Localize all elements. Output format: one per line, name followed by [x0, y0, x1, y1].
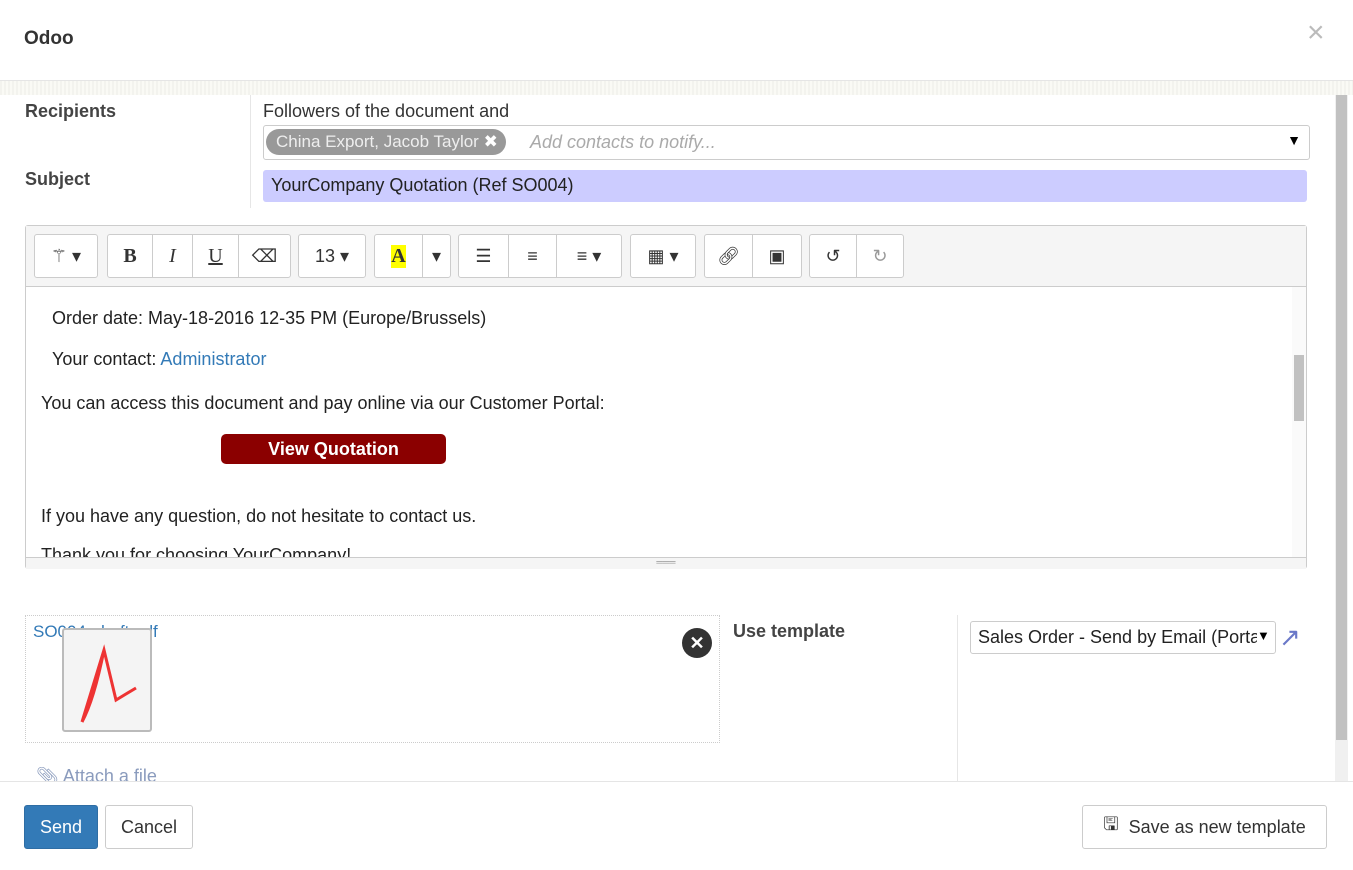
- link-icon[interactable]: 🔗︎: [705, 235, 753, 277]
- template-select[interactable]: Sales Order - Send by Email (Portal): [970, 621, 1276, 654]
- italic-button[interactable]: I: [153, 235, 193, 277]
- highlight-color-button[interactable]: A: [391, 244, 406, 268]
- select-arrow-icon: ▼: [1257, 628, 1275, 650]
- paperclip-icon: 📎︎: [36, 767, 59, 781]
- undo-icon[interactable]: ↺: [810, 235, 857, 277]
- dropdown-arrow-icon[interactable]: ▼: [1287, 132, 1301, 148]
- recipients-placeholder: Add contacts to notify...: [530, 132, 716, 152]
- recipient-tag-label: China Export, Jacob Taylor: [276, 132, 479, 151]
- recipients-label: Recipients: [25, 101, 117, 121]
- order-date-text: Order date: May-18-2016 12-35 PM (Europe…: [52, 308, 487, 328]
- editor-scrollbar[interactable]: [1292, 287, 1306, 557]
- recipients-input[interactable]: China Export, Jacob Taylor ✖ Add contact…: [263, 125, 1310, 160]
- recipient-tag: China Export, Jacob Taylor ✖: [266, 129, 506, 155]
- thanks-text: Thank you for choosing YourCompany!: [41, 545, 352, 557]
- save-template-label: Save as new template: [1128, 816, 1306, 837]
- magic-wand-icon[interactable]: ⚚ ▾: [35, 235, 97, 277]
- recipients-prefix: Followers of the document and: [263, 101, 510, 121]
- align-icon[interactable]: ≡ ▾: [557, 235, 621, 277]
- contact-prefix: Your contact:: [52, 349, 161, 369]
- dialog-title: Odoo: [24, 28, 74, 49]
- label-divider: [250, 95, 251, 208]
- template-divider: [957, 615, 958, 781]
- redo-icon[interactable]: ↻: [857, 235, 903, 277]
- html-editor: ⚚ ▾ B I U ⌫ 13 ▾ A ▾ ☰ ≡ ≡ ▾ ▦ ▾ 🔗︎ ▣ ↺ …: [25, 225, 1307, 569]
- numbered-list-icon[interactable]: ≡: [509, 235, 557, 277]
- image-icon[interactable]: ▣: [753, 235, 801, 277]
- editor-content[interactable]: Order date: May-18-2016 12-35 PM (Europe…: [26, 287, 1292, 557]
- question-text: If you have any question, do not hesitat…: [41, 506, 477, 526]
- underline-button[interactable]: U: [193, 235, 239, 277]
- editor-toolbar: ⚚ ▾ B I U ⌫ 13 ▾ A ▾ ☰ ≡ ≡ ▾ ▦ ▾ 🔗︎ ▣ ↺ …: [26, 226, 1306, 287]
- header-divider: [0, 81, 1353, 95]
- font-size-value: 13: [314, 245, 335, 266]
- dialog-scrollbar[interactable]: [1335, 95, 1348, 781]
- portal-text: You can access this document and pay onl…: [41, 393, 605, 413]
- attach-file-label: Attach a file: [62, 767, 157, 781]
- remove-tag-icon[interactable]: ✖: [484, 132, 498, 151]
- resize-handle[interactable]: ═══: [26, 557, 1306, 569]
- subject-label: Subject: [25, 169, 91, 189]
- table-icon[interactable]: ▦ ▾: [631, 235, 695, 277]
- view-quotation-button[interactable]: View Quotation: [221, 434, 446, 464]
- use-template-label: Use template: [733, 621, 846, 641]
- save-icon: 🖫: [1103, 814, 1119, 834]
- external-link-icon[interactable]: ↗: [1279, 622, 1301, 653]
- eraser-icon[interactable]: ⌫: [239, 235, 290, 277]
- cancel-button[interactable]: Cancel: [105, 805, 193, 849]
- attach-file-button[interactable]: 📎︎ Attach a file: [36, 767, 157, 781]
- font-size-dropdown[interactable]: 13 ▾: [299, 235, 365, 277]
- send-button[interactable]: Send: [24, 805, 98, 849]
- bold-button[interactable]: B: [108, 235, 153, 277]
- save-template-button[interactable]: 🖫 Save as new template: [1082, 805, 1327, 849]
- attachment-box: SO004_draft.pdf ✕: [25, 615, 720, 743]
- template-selected: Sales Order - Send by Email (Portal): [978, 627, 1271, 647]
- close-icon[interactable]: ×: [1307, 16, 1325, 50]
- dialog-header: Odoo ×: [0, 0, 1353, 81]
- contact-line: Your contact: Administrator: [52, 349, 266, 370]
- pdf-file-icon: [62, 628, 152, 732]
- bullet-list-icon[interactable]: ☰: [459, 235, 509, 277]
- contact-link[interactable]: Administrator: [160, 349, 266, 369]
- remove-attachment-icon[interactable]: ✕: [682, 628, 712, 658]
- color-dropdown-icon[interactable]: ▾: [423, 235, 450, 277]
- subject-input[interactable]: YourCompany Quotation (Ref SO004): [263, 170, 1307, 202]
